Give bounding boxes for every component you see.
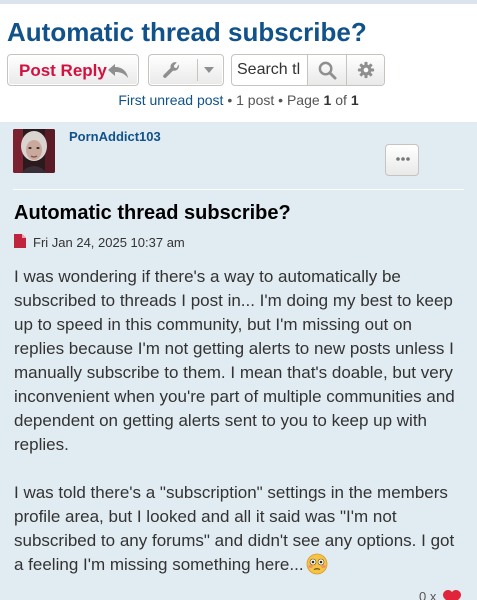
of-word: of xyxy=(331,92,351,108)
pagination-separator: • xyxy=(274,92,287,108)
pagination-bar: First unread post • 1 post • Page 1 of 1 xyxy=(0,92,477,108)
reaction-count: 0 x xyxy=(419,589,436,600)
post-title[interactable]: Automatic thread subscribe? xyxy=(14,202,291,225)
post-divider xyxy=(13,189,464,190)
heart-icon[interactable] xyxy=(442,589,462,600)
page-word: Page xyxy=(286,92,324,108)
wrench-icon xyxy=(163,62,179,78)
post-paragraph-2: I was told there's a "subscription" sett… xyxy=(14,481,466,577)
search-button[interactable] xyxy=(307,55,346,85)
post-options-button[interactable] xyxy=(385,144,419,176)
topic-title[interactable]: Automatic thread subscribe? xyxy=(7,17,367,48)
avatar[interactable] xyxy=(13,129,55,173)
tools-separator xyxy=(197,59,198,81)
caret-down-icon[interactable] xyxy=(204,67,214,74)
gear-icon xyxy=(357,61,375,79)
post-author[interactable]: PornAddict103 xyxy=(69,129,161,144)
reply-arrow-icon xyxy=(108,64,128,78)
topic-search-box xyxy=(231,54,385,86)
avatar-image xyxy=(13,129,55,173)
pagination-separator: • xyxy=(223,92,237,108)
post-paragraph: I was wondering if there's a way to auto… xyxy=(14,267,455,454)
total-pages: 1 xyxy=(350,92,359,108)
dots-icon xyxy=(396,157,410,161)
post-date: Fri Jan 24, 2025 10:37 am xyxy=(33,235,185,250)
topic-tools-button[interactable] xyxy=(148,54,224,86)
post-count: 1 post xyxy=(236,92,275,108)
advanced-search-button[interactable] xyxy=(346,55,384,85)
post-content: I was wondering if there's a way to auto… xyxy=(14,265,466,577)
flushed-face-emoji-icon xyxy=(306,553,327,575)
post-file-icon[interactable] xyxy=(14,234,26,248)
first-unread-link[interactable]: First unread post xyxy=(118,92,223,108)
top-strip xyxy=(0,0,477,4)
post-reply-button[interactable]: Post Reply xyxy=(7,54,139,86)
post-container: PornAddict103 Automatic thread subscribe… xyxy=(0,122,477,600)
post-paragraph-text: I was told there's a "subscription" sett… xyxy=(14,483,455,574)
search-icon xyxy=(318,61,337,80)
post-reply-label: Post Reply xyxy=(19,61,107,80)
search-input[interactable] xyxy=(232,55,306,85)
reaction-count-suffix: x xyxy=(426,589,437,600)
